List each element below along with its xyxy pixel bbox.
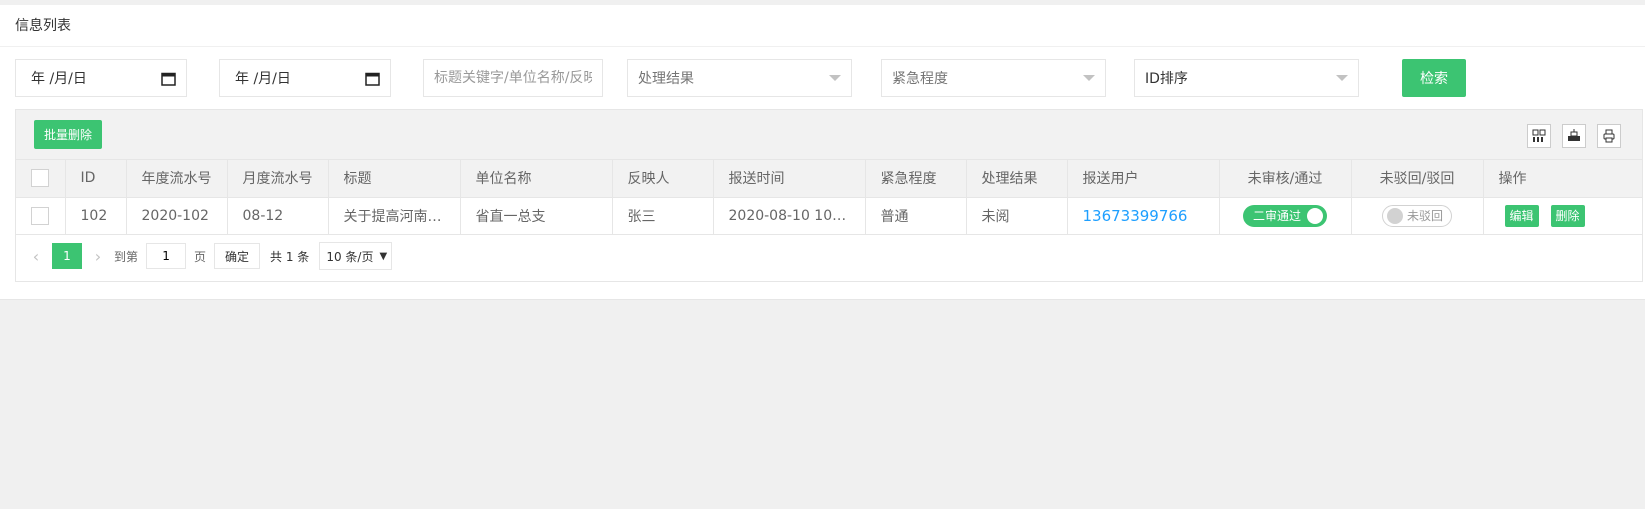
column-header[interactable]: 年度流水号 bbox=[126, 160, 228, 198]
audit-toggle[interactable]: 二审通过 bbox=[1242, 204, 1327, 227]
next-page-icon[interactable]: › bbox=[88, 243, 108, 269]
toggle-knob bbox=[1307, 207, 1323, 224]
column-header[interactable]: 标题 bbox=[328, 160, 461, 198]
calendar-icon[interactable] bbox=[365, 71, 380, 86]
toggle-knob bbox=[1386, 207, 1403, 224]
row-checkbox[interactable] bbox=[31, 206, 50, 225]
print-icon[interactable] bbox=[1597, 124, 1621, 148]
result-select[interactable]: 处理结果 bbox=[627, 59, 852, 97]
filter-bar: 年 /月/日 年 /月/日 处理结果 紧急程度 ID排序 检索 bbox=[0, 59, 1645, 99]
page-number-current[interactable]: 1 bbox=[52, 243, 82, 269]
cell-user: 13673399766 bbox=[1067, 197, 1220, 235]
cell-title: 关于提高河南… bbox=[328, 197, 461, 235]
sort-select-value: ID排序 bbox=[1145, 71, 1188, 87]
column-header[interactable]: 单位名称 bbox=[460, 160, 613, 198]
date-end-input[interactable]: 年 /月/日 bbox=[219, 59, 391, 97]
cell-urgency: 普通 bbox=[865, 197, 967, 235]
table-toolbar: 批量删除 bbox=[16, 110, 1642, 160]
audit-toggle-label: 二审通过 bbox=[1252, 209, 1301, 223]
row-select-cell bbox=[16, 197, 66, 235]
column-header[interactable]: 月度流水号 bbox=[227, 160, 329, 198]
table-header-row: ID 年度流水号 月度流水号 标题 单位名称 反映人 报送时间 紧急程度 处理结… bbox=[16, 160, 1642, 198]
column-header[interactable]: 处理结果 bbox=[966, 160, 1068, 198]
cell-actions: 编辑 删除 bbox=[1483, 197, 1642, 235]
column-header[interactable]: 未驳回/驳回 bbox=[1351, 160, 1484, 198]
goto-prefix-label: 到第 bbox=[114, 249, 139, 264]
column-header[interactable]: ID bbox=[65, 160, 127, 198]
column-header[interactable]: 紧急程度 bbox=[865, 160, 967, 198]
info-list-card: 信息列表 年 /月/日 年 /月/日 处理结果 紧急程度 ID排序 检索 bbox=[0, 5, 1645, 300]
column-header[interactable]: 未审核/通过 bbox=[1219, 160, 1352, 198]
batch-delete-button[interactable]: 批量删除 bbox=[34, 120, 103, 149]
chevron-down-icon bbox=[1336, 75, 1348, 81]
page-size-value: 10 条/页 bbox=[326, 249, 374, 264]
cell-unit: 省直一总支 bbox=[460, 197, 613, 235]
cell-year-serial: 2020-102 bbox=[126, 197, 228, 235]
date-end-value: 年 /月/日 bbox=[235, 71, 291, 87]
cell-reporter: 张三 bbox=[612, 197, 714, 235]
keyword-search-input[interactable] bbox=[423, 59, 603, 97]
columns-icon[interactable] bbox=[1527, 124, 1551, 148]
goto-suffix-label: 页 bbox=[194, 249, 207, 264]
cell-audit: 二审通过 bbox=[1219, 197, 1352, 235]
chevron-down-icon bbox=[1083, 75, 1095, 81]
urgency-select[interactable]: 紧急程度 bbox=[881, 59, 1106, 97]
total-count: 共 1 条 bbox=[270, 249, 310, 264]
edit-button[interactable]: 编辑 bbox=[1504, 204, 1539, 227]
goto-page-input[interactable] bbox=[146, 243, 187, 269]
page-size-select[interactable]: 10 条/页 ▼ bbox=[319, 242, 393, 270]
date-start-input[interactable]: 年 /月/日 bbox=[15, 59, 187, 97]
cell-month-serial: 08-12 bbox=[227, 197, 329, 235]
column-header[interactable]: 报送用户 bbox=[1067, 160, 1220, 198]
reject-toggle-label: 未驳回 bbox=[1406, 209, 1443, 223]
export-icon[interactable] bbox=[1562, 124, 1586, 148]
data-table: ID 年度流水号 月度流水号 标题 单位名称 反映人 报送时间 紧急程度 处理结… bbox=[16, 160, 1642, 235]
table-row: 102 2020-102 08-12 关于提高河南… 省直一总支 张三 2020… bbox=[16, 197, 1642, 235]
user-phone-link[interactable]: 13673399766 bbox=[1083, 207, 1188, 225]
delete-button[interactable]: 删除 bbox=[1550, 204, 1585, 227]
pagination: ‹ 1 › 到第 页 确定 共 1 条 10 条/页 ▼ bbox=[16, 235, 1642, 277]
urgency-select-value: 紧急程度 bbox=[892, 71, 948, 87]
chevron-down-icon bbox=[829, 75, 841, 81]
column-header[interactable]: 报送时间 bbox=[713, 160, 866, 198]
select-all-checkbox[interactable] bbox=[31, 169, 50, 188]
cell-time: 2020-08-10 10:39 bbox=[713, 197, 866, 235]
data-table-container: 批量删除 ID 年度流水号 月度流水号 标题 单位名称 反映人 报送时间 紧急程… bbox=[15, 109, 1643, 282]
result-select-value: 处理结果 bbox=[638, 71, 694, 87]
calendar-icon[interactable] bbox=[161, 71, 176, 86]
column-header[interactable]: 操作 bbox=[1483, 160, 1642, 198]
date-start-value: 年 /月/日 bbox=[31, 71, 87, 87]
select-all-cell bbox=[16, 160, 66, 198]
cell-reject: 未驳回 bbox=[1351, 197, 1484, 235]
cell-result: 未阅 bbox=[966, 197, 1068, 235]
chevron-down-icon: ▼ bbox=[379, 250, 388, 262]
prev-page-icon[interactable]: ‹ bbox=[26, 243, 46, 269]
reject-toggle[interactable]: 未驳回 bbox=[1381, 204, 1452, 227]
sort-select[interactable]: ID排序 bbox=[1134, 59, 1359, 97]
page-title: 信息列表 bbox=[0, 5, 1645, 47]
cell-id: 102 bbox=[65, 197, 127, 235]
goto-confirm-button[interactable]: 确定 bbox=[214, 243, 261, 269]
search-button[interactable]: 检索 bbox=[1402, 59, 1466, 97]
column-header[interactable]: 反映人 bbox=[612, 160, 714, 198]
